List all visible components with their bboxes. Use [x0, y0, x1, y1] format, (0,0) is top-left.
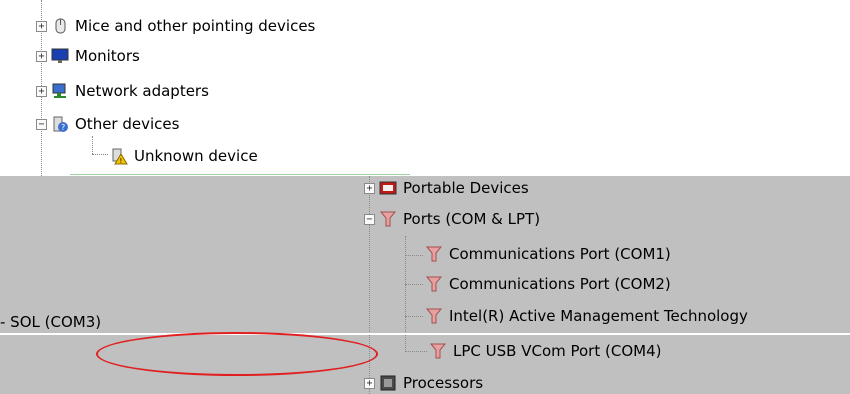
tree-node-label: Monitors [75, 47, 140, 65]
tree-connector [92, 136, 93, 154]
tree-node-com1[interactable]: Communications Port (COM1) [425, 242, 671, 266]
port-icon [379, 210, 397, 228]
tree-node-label: Intel(R) Active Management Technology [449, 307, 748, 325]
sol-com3-fragment: - SOL (COM3) [0, 313, 102, 331]
other-devices-icon: ? [51, 115, 69, 133]
expand-toggle[interactable]: + [36, 85, 47, 97]
tree-node-label: Processors [403, 374, 484, 392]
tree-connector [92, 154, 108, 155]
expand-toggle[interactable]: + [364, 182, 375, 194]
svg-text:!: ! [120, 157, 123, 165]
tree-node-label: Communications Port (COM1) [449, 245, 671, 263]
tree-node-label: Mice and other pointing devices [75, 17, 316, 35]
tree-node-other-devices[interactable]: − ? Other devices [36, 112, 179, 136]
network-adapter-icon [51, 82, 69, 100]
processor-icon [379, 374, 397, 392]
unknown-device-warning-icon: ! [110, 147, 128, 165]
tree-node-portable-devices[interactable]: + Portable Devices [364, 176, 529, 200]
expand-toggle[interactable]: + [36, 20, 47, 32]
tree-node-lpc-usb-vcom[interactable]: LPC USB VCom Port (COM4) [429, 339, 661, 363]
collapse-toggle[interactable]: − [364, 213, 375, 225]
portable-devices-icon [379, 179, 397, 197]
tree-node-mice[interactable]: + Mice and other pointing devices [36, 14, 315, 38]
tree-node-label: Other devices [75, 115, 180, 133]
expand-toggle[interactable]: + [36, 50, 47, 62]
tree-connector [405, 351, 427, 352]
expand-toggle[interactable]: + [364, 377, 375, 389]
tree-node-label: Communications Port (COM2) [449, 275, 671, 293]
tree-node-ports[interactable]: − Ports (COM & LPT) [364, 207, 540, 231]
port-icon [429, 342, 447, 360]
tree-node-label: Unknown device [134, 147, 258, 165]
device-tree-top-panel: + Mice and other pointing devices + Moni… [0, 0, 850, 176]
tree-node-network-adapters[interactable]: + Network adapters [36, 79, 209, 103]
port-icon [425, 307, 443, 325]
monitor-icon [51, 47, 69, 65]
port-icon [425, 245, 443, 263]
tree-connector [405, 316, 423, 317]
svg-text:?: ? [61, 123, 65, 132]
tree-node-label: Ports (COM & LPT) [403, 210, 541, 228]
tree-node-monitors[interactable]: + Monitors [36, 44, 140, 68]
tree-node-unknown-device[interactable]: ! Unknown device [110, 144, 258, 168]
tree-node-intel-amt[interactable]: Intel(R) Active Management Technology [425, 304, 748, 328]
tree-node-label: Network adapters [75, 82, 209, 100]
mouse-icon [51, 17, 69, 35]
panel-seam [70, 174, 410, 175]
red-annotation-ellipse [96, 332, 378, 376]
tree-node-label: Portable Devices [403, 179, 529, 197]
collapse-toggle[interactable]: − [36, 118, 47, 130]
tree-node-com2[interactable]: Communications Port (COM2) [425, 272, 671, 296]
tree-connector [405, 255, 423, 256]
divider-line [0, 333, 850, 335]
tree-node-label: LPC USB VCom Port (COM4) [453, 342, 662, 360]
tree-connector [405, 284, 423, 285]
tree-node-processors[interactable]: + Processors [364, 371, 483, 394]
port-icon [425, 275, 443, 293]
